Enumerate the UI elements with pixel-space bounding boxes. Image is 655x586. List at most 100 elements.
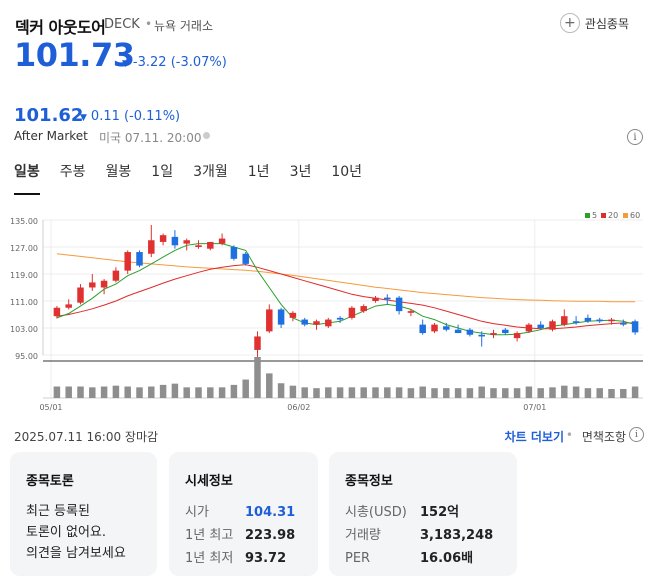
- candlestick-chart-svg: 135.00 127.00 119.00 111.00 103.00 95.00 05/01…: [10, 211, 643, 412]
- volume-bar: [242, 379, 249, 398]
- volume-bar: [537, 388, 544, 398]
- info-icon[interactable]: i: [627, 129, 643, 145]
- candle-body: [289, 312, 297, 318]
- candle-body: [159, 235, 167, 242]
- volume-bar: [325, 387, 332, 398]
- watchlist-button[interactable]: + 관심종목: [559, 12, 629, 34]
- after-market-price: 101.62: [14, 105, 84, 126]
- candle-body: [596, 319, 603, 322]
- candle-body: [466, 329, 474, 335]
- disclaimer-info-icon[interactable]: i: [629, 427, 644, 442]
- volume-bar: [301, 387, 308, 398]
- volume-value: 3,183,248: [420, 528, 494, 543]
- volume-bar: [561, 385, 568, 398]
- market-info-card[interactable]: 시세정보 시가 104.31 1년 최고 223.98 1년 최저 93.72: [169, 452, 318, 576]
- discussion-body: 최근 등록된 토론이 없어요. 의견을 남겨보세요: [26, 501, 141, 564]
- candle-body: [631, 321, 639, 333]
- candle-body: [454, 329, 462, 334]
- candle-body: [478, 334, 485, 337]
- tab-1day[interactable]: 1일: [151, 161, 173, 195]
- y-tick-label: 135.00: [10, 217, 38, 226]
- discussion-title: 종목토론: [26, 474, 74, 489]
- candle-body: [53, 307, 61, 317]
- discussion-line: 최근 등록된: [26, 504, 90, 519]
- candle-body: [183, 240, 190, 244]
- volume-row: 거래량 3,183,248: [345, 524, 501, 547]
- exchange-label: 뉴욕 거래소: [154, 19, 214, 33]
- year-low-row: 1년 최저 93.72: [185, 547, 302, 570]
- volume-bar: [466, 388, 474, 398]
- volume-bar: [159, 384, 167, 398]
- open-value: 104.31: [245, 505, 296, 520]
- volume-bar: [372, 387, 379, 398]
- candle-body: [254, 336, 261, 350]
- candle-body: [443, 326, 450, 330]
- legend-label: 20: [608, 211, 618, 220]
- volume-bar: [77, 386, 84, 398]
- market-cap-row: 시총(USD) 152억: [345, 501, 501, 524]
- current-price: 101.73: [14, 36, 135, 74]
- candle-body: [360, 306, 367, 312]
- candle-body: [490, 333, 497, 335]
- candle-body: [502, 329, 509, 334]
- x-tick-label: 07/01: [523, 403, 546, 412]
- candle-body: [136, 252, 143, 266]
- price-chart[interactable]: 135.00 127.00 119.00 111.00 103.00 95.00 05/01…: [0, 205, 655, 415]
- candle-body: [419, 324, 426, 334]
- down-triangle-icon: ▼: [80, 113, 87, 123]
- candle-body: [407, 311, 415, 313]
- candle-body: [77, 287, 84, 303]
- tab-weekly[interactable]: 주봉: [60, 161, 86, 195]
- volume-bar: [549, 387, 556, 398]
- volume-bar: [620, 388, 627, 398]
- volume-bar: [218, 387, 226, 398]
- volume-bar: [336, 387, 344, 398]
- market-cap-label: 시총(USD): [345, 505, 407, 520]
- candle-body: [89, 282, 96, 288]
- market-cap-value: 152억: [420, 505, 460, 520]
- volume-bar: [443, 388, 450, 398]
- candle-body: [431, 324, 438, 332]
- candle-body: [336, 317, 344, 320]
- volume-bar: [65, 386, 72, 398]
- tab-3year[interactable]: 3년: [290, 161, 312, 195]
- volume-bar: [254, 357, 261, 398]
- more-chart-link[interactable]: 차트 더보기: [505, 428, 564, 445]
- volume-bar: [584, 388, 592, 398]
- legend-label: 60: [630, 211, 640, 220]
- year-low-value: 93.72: [245, 551, 287, 566]
- candle-body: [395, 297, 403, 312]
- disclaimer-link[interactable]: 면책조항: [582, 428, 626, 445]
- candle-body: [171, 236, 179, 246]
- year-high-row: 1년 최고 223.98: [185, 524, 302, 547]
- tab-1year[interactable]: 1년: [248, 161, 270, 195]
- tab-monthly[interactable]: 월봉: [106, 161, 132, 195]
- candle-body: [549, 321, 556, 330]
- stock-info-card[interactable]: 종목정보 시총(USD) 152억 거래량 3,183,248 PER 16.0…: [329, 452, 517, 576]
- volume-bar: [100, 386, 108, 398]
- candle-body: [124, 252, 131, 271]
- legend-label: 5: [592, 211, 597, 220]
- y-tick-label: 127.00: [10, 244, 38, 253]
- header-separator: •: [145, 17, 153, 31]
- volume-bar: [490, 388, 497, 398]
- volume-label: 거래량: [345, 528, 381, 543]
- candle-body: [266, 309, 273, 332]
- volume-bar: [525, 386, 533, 398]
- candle-body: [112, 270, 120, 281]
- volume-bar: [631, 386, 639, 398]
- volume-bar: [395, 387, 403, 398]
- tab-10year[interactable]: 10년: [331, 161, 362, 195]
- per-row: PER 16.06배: [345, 547, 501, 570]
- volume-bar: [478, 386, 485, 398]
- candle-body: [313, 321, 320, 325]
- per-label: PER: [345, 551, 371, 566]
- candle-body: [242, 253, 249, 264]
- volume-bar: [407, 388, 415, 398]
- tab-daily[interactable]: 일봉: [14, 161, 40, 195]
- tab-3month[interactable]: 3개월: [193, 161, 228, 195]
- open-price-row: 시가 104.31: [185, 501, 302, 524]
- year-high-label: 1년 최고: [185, 528, 234, 543]
- plus-icon: +: [559, 13, 580, 33]
- discussion-card[interactable]: 종목토론 최근 등록된 토론이 없어요. 의견을 남겨보세요: [10, 452, 157, 576]
